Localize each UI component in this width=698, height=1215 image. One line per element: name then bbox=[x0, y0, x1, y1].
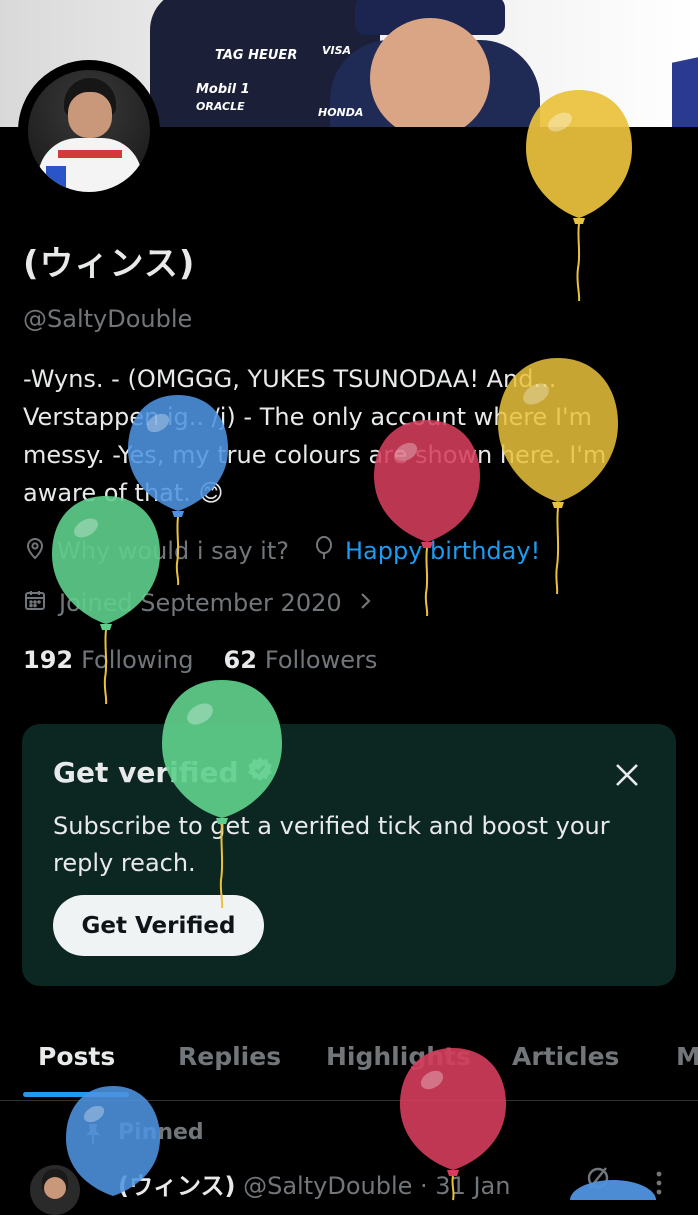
grok-icon[interactable] bbox=[584, 1164, 612, 1196]
profile-bio: -Wyns. - (OMGGG, YUKES TSUNODAA! And... … bbox=[23, 360, 678, 512]
profile-tabs: Posts Replies Highlights Articles M bbox=[0, 1030, 698, 1100]
avatar-face bbox=[68, 92, 112, 138]
chevron-right-icon bbox=[358, 589, 372, 617]
tab-more[interactable]: M bbox=[676, 1042, 698, 1071]
banner-logo-visa: VISA bbox=[322, 44, 352, 57]
active-tab-indicator bbox=[23, 1092, 129, 1097]
bio-line: messy. -Yes, my true colours are shown h… bbox=[23, 441, 607, 469]
close-icon[interactable] bbox=[612, 760, 642, 790]
profile-handle: @SaltyDouble bbox=[23, 305, 193, 333]
post-date[interactable]: 31 Jan bbox=[435, 1172, 510, 1200]
profile-meta-row: Why would i say it? Happy birthday! bbox=[23, 536, 540, 566]
followers-label: Followers bbox=[264, 646, 378, 674]
tab-posts[interactable]: Posts bbox=[38, 1042, 115, 1071]
post-separator: · bbox=[420, 1172, 428, 1200]
balloon-icon bbox=[313, 536, 335, 566]
post-author-handle[interactable]: @SaltyDouble bbox=[243, 1172, 412, 1200]
following-label: Following bbox=[81, 646, 194, 674]
card-title-row: Get verified bbox=[53, 756, 273, 789]
birthday-link[interactable]: Happy birthday! bbox=[345, 537, 540, 565]
post-header: (ウィンス) @SaltyDouble · 31 Jan bbox=[118, 1166, 510, 1201]
tab-articles[interactable]: Articles bbox=[512, 1042, 619, 1071]
get-verified-button[interactable]: Get Verified bbox=[53, 895, 264, 956]
tab-replies[interactable]: Replies bbox=[178, 1042, 281, 1071]
more-options-icon[interactable] bbox=[652, 1170, 666, 1202]
calendar-icon bbox=[23, 588, 47, 618]
banner-decoration bbox=[672, 57, 698, 127]
banner-logo-oracle: ORACLE bbox=[196, 100, 245, 113]
get-verified-card: Get verified Subscribe to get a verified… bbox=[22, 724, 676, 986]
profile-avatar[interactable] bbox=[18, 60, 160, 202]
tab-highlights[interactable]: Highlights bbox=[326, 1042, 471, 1071]
banner-logo-honda: HONDA bbox=[318, 106, 364, 119]
following-stat[interactable]: 192 Following bbox=[23, 646, 194, 674]
bio-line: -Wyns. - (OMGGG, YUKES TSUNODAA! And... bbox=[23, 365, 557, 393]
post-author-avatar[interactable] bbox=[30, 1165, 80, 1215]
card-description: Subscribe to get a verified tick and boo… bbox=[53, 812, 610, 877]
profile-joined-row[interactable]: Joined September 2020 bbox=[23, 588, 372, 618]
banner-logo-mobil: Mobil 1 bbox=[196, 82, 250, 97]
tabs-divider bbox=[0, 1100, 698, 1101]
bio-line: Verstappen ig.. /j) - The only account w… bbox=[23, 403, 593, 431]
pin-icon bbox=[82, 1122, 104, 1150]
banner-logo-tagheuer: TAG HEUER bbox=[215, 48, 298, 63]
banner-face bbox=[370, 18, 490, 127]
profile-joined: Joined September 2020 bbox=[59, 589, 342, 617]
avatar-suit-logo bbox=[46, 166, 66, 192]
bio-line: aware of that. 😊 bbox=[23, 479, 224, 507]
pinned-label: Pinned bbox=[118, 1120, 204, 1145]
profile-name: (ウィンス) bbox=[23, 244, 196, 284]
verified-badge-icon bbox=[247, 756, 273, 789]
followers-stat[interactable]: 62 Followers bbox=[224, 646, 378, 674]
avatar-suit-stripe bbox=[58, 150, 122, 158]
post-avatar-face bbox=[44, 1177, 66, 1199]
location-icon bbox=[23, 536, 47, 566]
avatar-photo bbox=[28, 70, 150, 192]
profile-stats: 192 Following 62 Followers bbox=[23, 646, 377, 674]
profile-location: Why would i say it? bbox=[57, 537, 289, 565]
balloon-decoration bbox=[568, 1178, 658, 1200]
card-title: Get verified bbox=[53, 756, 239, 789]
post-author-name[interactable]: (ウィンス) bbox=[118, 1172, 235, 1200]
following-count: 192 bbox=[23, 646, 74, 674]
followers-count: 62 bbox=[223, 646, 257, 674]
